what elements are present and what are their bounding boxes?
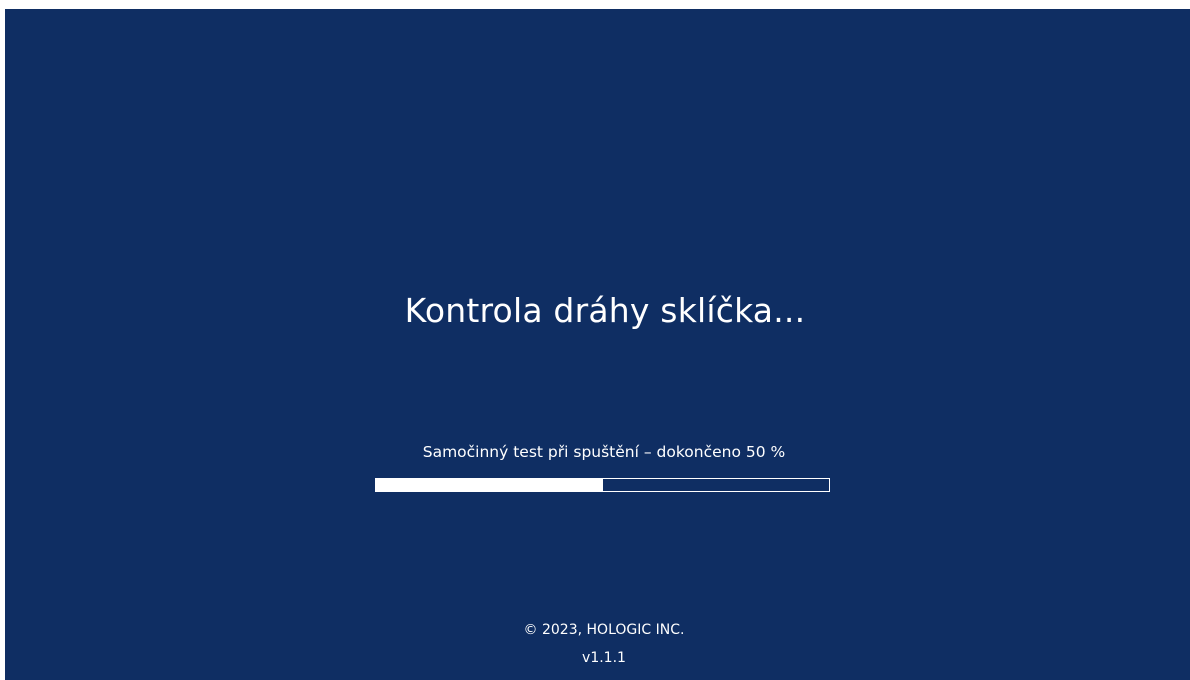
progress-fill <box>376 479 603 491</box>
boot-screen: Kontrola dráhy sklíčka... Samočinný test… <box>5 9 1190 680</box>
self-test-status: Samočinný test při spuštění – dokončeno … <box>422 443 786 461</box>
page-title: Kontrola dráhy sklíčka... <box>404 291 806 330</box>
version-label: v1.1.1 <box>582 650 626 666</box>
copyright-text: © 2023, HOLOGIC INC. <box>523 622 685 638</box>
progress-bar <box>375 478 830 492</box>
